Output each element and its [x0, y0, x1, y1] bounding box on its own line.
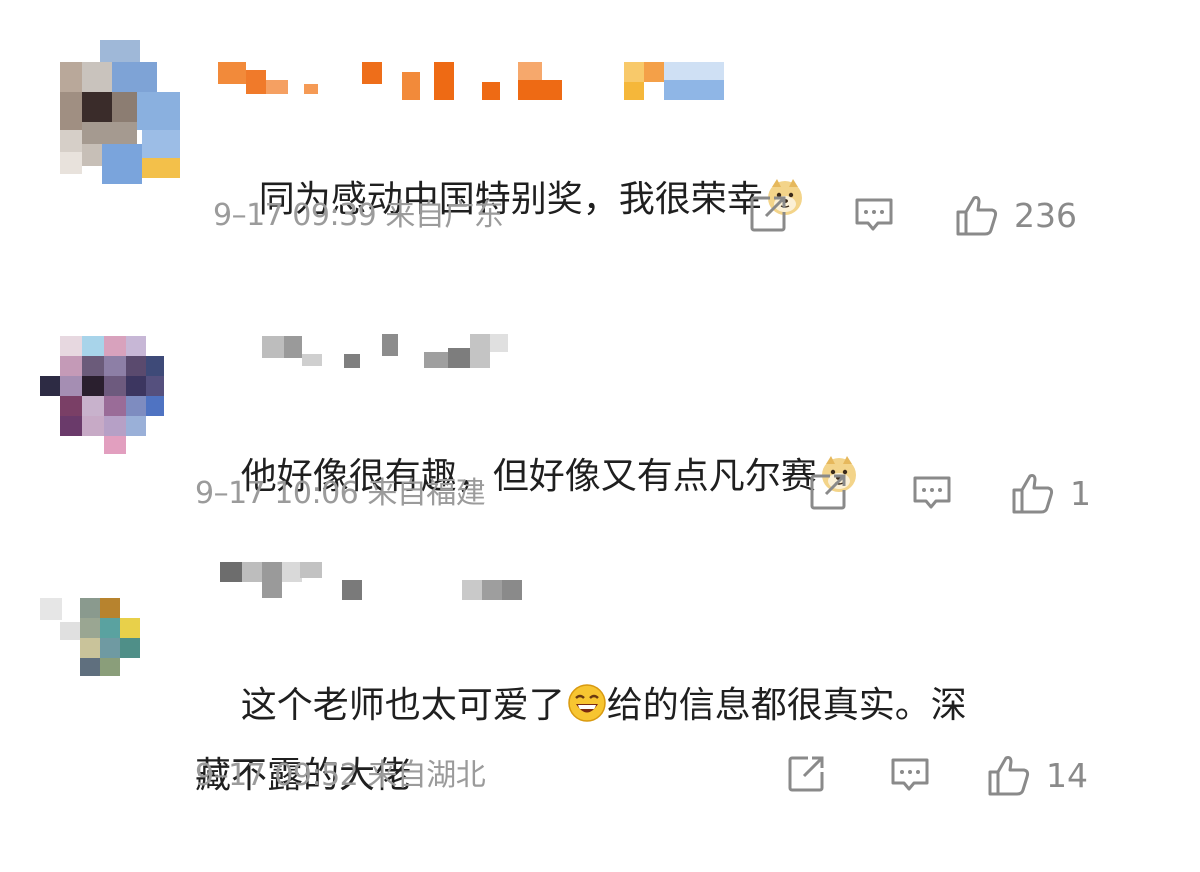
username-blurred[interactable] [200, 562, 530, 602]
share-button[interactable] [746, 192, 790, 236]
like-count: 1 [1070, 473, 1091, 513]
comment-location: 来自福建 [367, 476, 486, 511]
comment-icon [855, 198, 893, 231]
comment-time: 9–17 09:39 [213, 198, 377, 233]
comment-button[interactable] [888, 752, 932, 796]
comment-item: 这个老师也太可爱了 给的信息都很真实。深 藏不露的大佬 9–17 09:52 来自湖… [0, 540, 1200, 843]
thumbs-up-icon [1012, 474, 1054, 514]
like-button[interactable]: 1 [1010, 470, 1091, 516]
username-blurred[interactable] [262, 332, 512, 372]
comment-time: 9–17 09:52 [195, 758, 359, 793]
like-count: 236 [1014, 195, 1077, 235]
comment-icon [891, 758, 929, 791]
comment-time: 9–17 10:06 [195, 476, 359, 511]
username-blurred[interactable] [218, 62, 728, 102]
share-icon [788, 756, 824, 792]
comment-text-part1: 这个老师也太可爱了 [240, 685, 565, 726]
comment-text: 这个老师也太可爱了 给的信息都很真实。深 藏不露的大佬 [195, 610, 1095, 872]
thumbs-up-icon [956, 196, 998, 236]
like-button[interactable]: 14 [986, 752, 1088, 798]
avatar[interactable] [40, 598, 150, 680]
comment-button[interactable] [852, 192, 896, 236]
like-button[interactable]: 236 [954, 192, 1077, 238]
avatar[interactable] [40, 336, 165, 456]
comment-meta: 9–17 09:52 来自湖北 [195, 756, 486, 796]
laughing-emoji [567, 680, 607, 744]
share-icon [810, 474, 846, 510]
comment-actions: 236 [746, 192, 1106, 242]
avatar[interactable] [60, 40, 185, 185]
share-icon [750, 196, 786, 232]
comment-item: 同为感动中国特别奖，我很荣幸 9–17 09:39 来自广东 236 [0, 0, 1200, 270]
comment-item: 他好像很有趣，但好像又有点凡尔赛 9–17 10:06 来自福建 1 [0, 300, 1200, 540]
comment-meta: 9–17 09:39 来自广东 [213, 196, 504, 236]
share-button[interactable] [784, 752, 828, 796]
share-button[interactable] [806, 470, 850, 514]
comment-icon [913, 476, 951, 509]
comment-actions: 14 [784, 752, 1104, 802]
like-count: 14 [1046, 755, 1088, 795]
comment-location: 来自广东 [385, 198, 504, 233]
comment-button[interactable] [910, 470, 954, 514]
thumbs-up-icon [988, 756, 1030, 796]
comment-actions: 1 [806, 470, 1106, 520]
comment-location: 来自湖北 [367, 758, 486, 793]
comment-text-part2: 给的信息都很真实。深 [606, 685, 967, 726]
comment-meta: 9–17 10:06 来自福建 [195, 474, 486, 514]
